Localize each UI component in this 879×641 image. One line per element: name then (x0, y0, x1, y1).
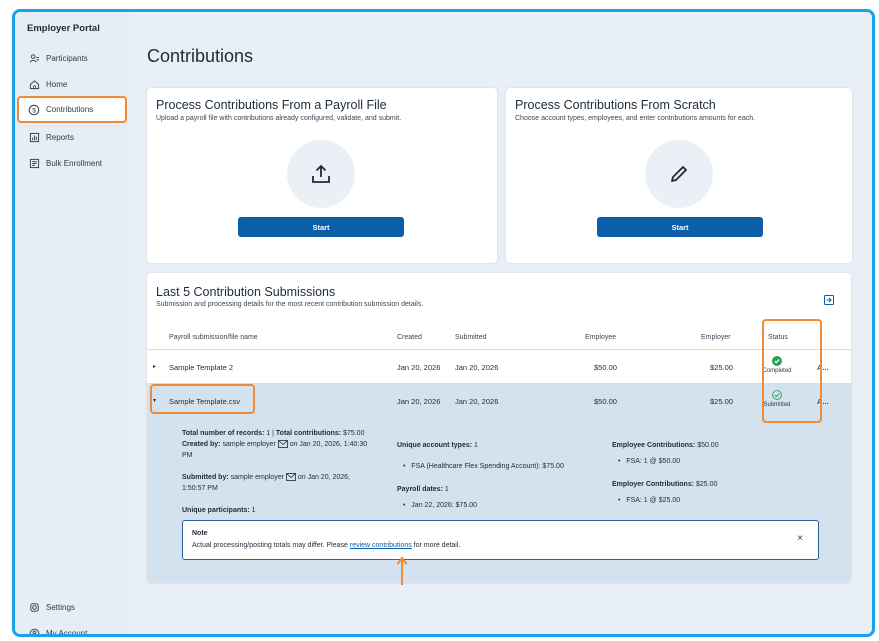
details-payroll-dates: Payroll dates: 1 (397, 486, 449, 493)
row-employee: $50.00 (594, 397, 617, 406)
sidebar-item-participants[interactable]: Participants (19, 47, 125, 69)
reports-icon (28, 131, 40, 143)
table-row-expanded: ▾ Sample Template.csv Jan 20, 2026 Jan 2… (147, 384, 851, 583)
submissions-title: Last 5 Contribution Submissions (156, 285, 336, 299)
sidebar: Employer Portal Participants Home $ Cont… (15, 12, 129, 634)
highlight-file-name (150, 384, 255, 414)
sidebar-item-label: Contributions (46, 105, 94, 114)
portal-title: Employer Portal (27, 23, 100, 34)
payroll-card-subtitle: Upload a payroll file with contributions… (156, 115, 402, 122)
gear-icon (28, 601, 40, 613)
account-icon (28, 627, 40, 634)
sidebar-item-settings[interactable]: Settings (19, 596, 125, 618)
sidebar-item-label: Home (46, 79, 68, 89)
sidebar-item-reports[interactable]: Reports (19, 126, 125, 148)
column-header-name: Payroll submission/file name (169, 334, 258, 341)
row-submitted: Jan 20, 2026 (455, 363, 499, 372)
column-header-created: Created (397, 334, 422, 341)
details-submitted-by: Submitted by: sample employer on Jan 20,… (182, 473, 350, 492)
mail-icon[interactable] (285, 473, 296, 482)
scratch-card-title: Process Contributions From Scratch (515, 98, 716, 112)
details-account-types: Unique account types: 1 (397, 442, 478, 449)
details-unique-participants: Unique participants: 1 (182, 507, 256, 514)
sidebar-item-label: Reports (46, 132, 75, 142)
sidebar-item-label: Settings (46, 602, 75, 612)
row-file-name: Sample Template 2 (169, 363, 234, 372)
details-summary: Total number of records: 1 | Total contr… (182, 430, 365, 437)
app-window: Employer Portal Participants Home $ Cont… (12, 9, 875, 637)
payroll-card-title: Process Contributions From a Payroll Fil… (156, 98, 387, 112)
row-created: Jan 20, 2026 (397, 397, 441, 406)
row-submitted: Jan 20, 2026 (455, 397, 499, 406)
svg-text:$: $ (32, 107, 36, 114)
sidebar-item-home[interactable]: Home (19, 73, 125, 95)
details-account-type-item: • FSA (Healthcare Flex Spending Account)… (403, 463, 564, 470)
sidebar-item-bulk-enrollment[interactable]: Bulk Enrollment (19, 152, 125, 174)
details-payroll-date-item: • Jan 22, 2026: $75.00 (403, 502, 478, 509)
scratch-start-button[interactable]: Start (597, 217, 763, 237)
upload-icon-circle (287, 140, 355, 208)
main-content: Contributions Process Contributions From… (133, 12, 872, 634)
row-created: Jan 20, 2026 (397, 363, 441, 372)
details-employee-contrib-item: • FSA: 1 @ $50.00 (618, 458, 681, 465)
contributions-icon: $ (28, 104, 40, 116)
note-banner: Note Actual processing/posting totals ma… (182, 520, 819, 560)
payroll-start-button[interactable]: Start (238, 217, 404, 237)
payroll-file-card: Process Contributions From a Payroll Fil… (147, 88, 497, 263)
expand-caret-icon[interactable]: ▸ (153, 363, 156, 370)
pencil-icon-circle (645, 140, 713, 208)
scratch-card-subtitle: Choose account types, employees, and ent… (515, 115, 756, 122)
row-employer: $25.00 (710, 397, 733, 406)
sidebar-item-my-account[interactable]: My Account (19, 622, 125, 637)
review-contributions-link[interactable]: review contributions (350, 542, 412, 549)
row-employer: $25.00 (710, 363, 733, 372)
sidebar-item-label: Bulk Enrollment (46, 158, 103, 168)
participants-icon (28, 52, 40, 64)
sidebar-item-label: My Account (46, 628, 88, 637)
details-employer-contributions: Employer Contributions: $25.00 (612, 481, 718, 488)
close-icon[interactable]: × (797, 533, 803, 544)
details-employee-contributions: Employee Contributions: $50.00 (612, 442, 719, 449)
sidebar-item-contributions[interactable]: $ Contributions (17, 96, 127, 123)
bulk-enrollment-icon (28, 157, 40, 169)
row-employee: $50.00 (594, 363, 617, 372)
export-icon[interactable] (823, 294, 835, 306)
sidebar-item-label: Participants (46, 53, 88, 63)
note-title: Note (192, 530, 208, 537)
highlight-status-column (762, 319, 822, 423)
upload-icon (312, 164, 330, 183)
home-icon (28, 78, 40, 90)
mail-icon[interactable] (277, 440, 288, 449)
column-header-submitted: Submitted (455, 334, 487, 341)
column-header-employer: Employer (701, 334, 731, 341)
pencil-icon (671, 166, 687, 182)
column-header-employee: Employee (585, 334, 617, 341)
submissions-subtitle: Submission and processing details for th… (156, 301, 424, 308)
submissions-card: Last 5 Contribution Submissions Submissi… (147, 273, 851, 583)
details-created-by: Created by: sample employer on Jan 20, 2… (182, 440, 368, 459)
page-title: Contributions (147, 46, 254, 66)
note-body: Actual processing/posting totals may dif… (192, 542, 461, 549)
annotation-arrow-icon (396, 556, 408, 585)
scratch-card: Process Contributions From Scratch Choos… (506, 88, 852, 263)
details-employer-contrib-item: • FSA: 1 @ $25.00 (618, 497, 681, 504)
table-row[interactable]: ▸ Sample Template 2 Jan 20, 2026 Jan 20,… (147, 350, 851, 384)
